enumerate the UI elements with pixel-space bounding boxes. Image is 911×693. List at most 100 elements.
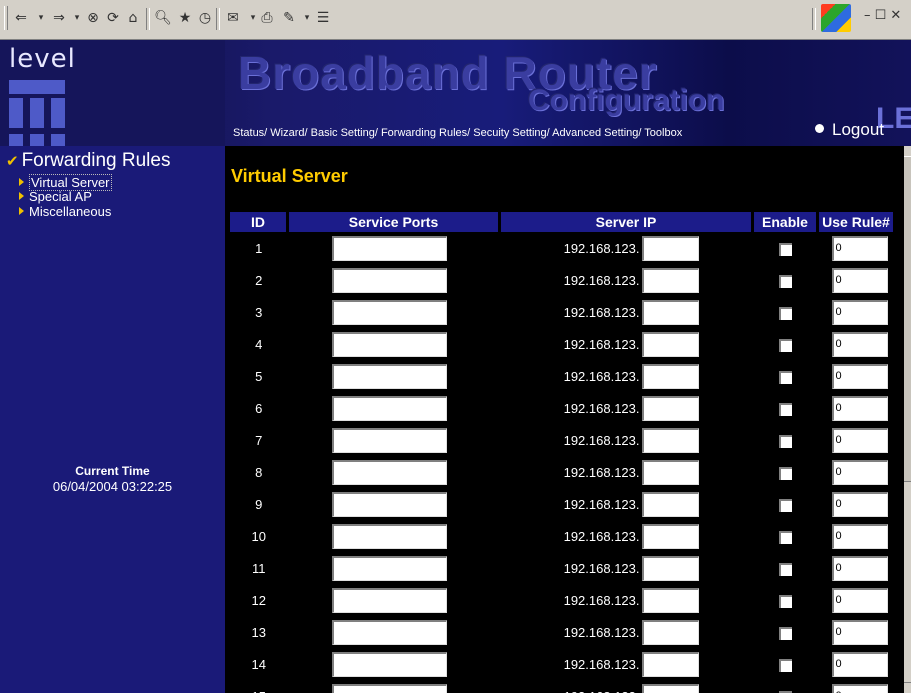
- service-ports-input[interactable]: [331, 427, 447, 453]
- table-row: 6 192.168.123. 0: [230, 392, 895, 424]
- service-ports-input[interactable]: [331, 523, 447, 549]
- top-nav-links[interactable]: Status/ Wizard/ Basic Setting/ Forwardin…: [233, 127, 682, 139]
- vertical-scrollbar[interactable]: [904, 146, 911, 693]
- service-ports-input[interactable]: [331, 683, 447, 693]
- use-rule-input[interactable]: 0: [831, 363, 888, 389]
- server-ip-input[interactable]: [641, 267, 699, 293]
- window-caption-buttons[interactable]: – ☐ ✕: [864, 8, 901, 23]
- server-ip-input[interactable]: [641, 331, 699, 357]
- service-ports-input[interactable]: [331, 491, 447, 517]
- server-ip-input[interactable]: [641, 683, 699, 693]
- server-ip-input[interactable]: [641, 235, 699, 261]
- enable-checkbox[interactable]: [778, 402, 792, 416]
- sidebar-item-miscellaneous[interactable]: Miscellaneous: [19, 204, 111, 219]
- use-rule-input[interactable]: 0: [831, 587, 888, 613]
- radio-dot-icon: [815, 124, 824, 133]
- enable-checkbox[interactable]: [778, 338, 792, 352]
- service-ports-input[interactable]: [331, 395, 447, 421]
- enable-checkbox[interactable]: [778, 658, 792, 672]
- sidebar-item-special-ap[interactable]: Special AP: [19, 189, 92, 204]
- table-row: 15 192.168.123. 0: [230, 680, 895, 693]
- use-rule-input[interactable]: 0: [831, 299, 888, 325]
- table-row: 11 192.168.123. 0: [230, 552, 895, 584]
- enable-checkbox[interactable]: [778, 370, 792, 384]
- use-rule-input[interactable]: 0: [831, 491, 888, 517]
- server-ip-input[interactable]: [641, 651, 699, 677]
- home-icon[interactable]: ⌂: [124, 8, 142, 28]
- server-ip-input[interactable]: [641, 587, 699, 613]
- enable-checkbox[interactable]: [778, 626, 792, 640]
- scroll-down-button[interactable]: [904, 682, 911, 693]
- server-ip-input[interactable]: [641, 395, 699, 421]
- back-icon[interactable]: ⇐: [12, 8, 30, 28]
- use-rule-input[interactable]: 0: [831, 523, 888, 549]
- use-rule-input[interactable]: 0: [831, 651, 888, 677]
- toolbar-grip[interactable]: [4, 6, 8, 30]
- use-rule-input[interactable]: 0: [831, 331, 888, 357]
- search-icon[interactable]: 🔍︎: [154, 8, 172, 28]
- checkmark-icon: ✔: [6, 153, 19, 170]
- row-id: 10: [251, 528, 266, 544]
- print-icon[interactable]: ⎙: [258, 8, 276, 28]
- use-rule-input[interactable]: 0: [831, 267, 888, 293]
- server-ip-input[interactable]: [641, 459, 699, 485]
- service-ports-input[interactable]: [331, 587, 447, 613]
- service-ports-input[interactable]: [331, 651, 447, 677]
- main-content: Virtual Server ID Service Ports Server I…: [225, 146, 904, 693]
- service-ports-input[interactable]: [331, 459, 447, 485]
- table-row: 10 192.168.123. 0: [230, 520, 895, 552]
- server-ip-input[interactable]: [641, 555, 699, 581]
- enable-checkbox[interactable]: [778, 274, 792, 288]
- service-ports-input[interactable]: [331, 299, 447, 325]
- row-id: 2: [255, 272, 263, 288]
- use-rule-input[interactable]: 0: [831, 395, 888, 421]
- scroll-thumb[interactable]: [904, 156, 911, 482]
- use-rule-input[interactable]: 0: [831, 459, 888, 485]
- service-ports-input[interactable]: [331, 555, 447, 581]
- server-ip-input[interactable]: [641, 523, 699, 549]
- server-ip-input[interactable]: [641, 491, 699, 517]
- service-ports-input[interactable]: [331, 235, 447, 261]
- enable-checkbox[interactable]: [778, 562, 792, 576]
- row-id: 1: [255, 240, 263, 256]
- favorites-icon[interactable]: ★: [176, 8, 194, 28]
- use-rule-input[interactable]: 0: [831, 619, 888, 645]
- service-ports-input[interactable]: [331, 619, 447, 645]
- enable-checkbox[interactable]: [778, 498, 792, 512]
- service-ports-input[interactable]: [331, 267, 447, 293]
- server-ip-input[interactable]: [641, 363, 699, 389]
- stop-icon[interactable]: ⊗: [84, 8, 102, 28]
- use-rule-input[interactable]: 0: [831, 683, 888, 693]
- enable-checkbox[interactable]: [778, 466, 792, 480]
- enable-checkbox[interactable]: [778, 306, 792, 320]
- logo-word: level: [9, 44, 76, 74]
- server-ip-input[interactable]: [641, 619, 699, 645]
- table-row: 13 192.168.123. 0: [230, 616, 895, 648]
- discuss-icon[interactable]: ☰: [314, 8, 332, 28]
- server-ip-input[interactable]: [641, 427, 699, 453]
- sidebar-item-virtual-server[interactable]: Virtual Server: [19, 174, 112, 191]
- refresh-icon[interactable]: ⟳: [104, 8, 122, 28]
- use-rule-input[interactable]: 0: [831, 555, 888, 581]
- service-ports-input[interactable]: [331, 363, 447, 389]
- enable-checkbox[interactable]: [778, 530, 792, 544]
- service-ports-input[interactable]: [331, 331, 447, 357]
- enable-checkbox[interactable]: [778, 242, 792, 256]
- forward-icon[interactable]: ⇒: [50, 8, 68, 28]
- mail-icon[interactable]: ✉: [224, 8, 242, 28]
- server-ip-input[interactable]: [641, 299, 699, 325]
- level-one-logo: level: [0, 40, 225, 146]
- use-rule-input[interactable]: 0: [831, 235, 888, 261]
- enable-checkbox[interactable]: [778, 594, 792, 608]
- table-row: 7 192.168.123. 0: [230, 424, 895, 456]
- enable-checkbox[interactable]: [778, 434, 792, 448]
- ip-prefix: 192.168.123.: [563, 272, 640, 288]
- logout-button[interactable]: Logout: [815, 120, 884, 140]
- edit-icon[interactable]: ✎: [280, 8, 298, 28]
- row-id: 12: [251, 592, 266, 608]
- use-rule-input[interactable]: 0: [831, 427, 888, 453]
- back-dropdown-icon[interactable]: ▾: [32, 8, 50, 28]
- row-id: 14: [251, 656, 266, 672]
- ip-prefix: 192.168.123.: [563, 432, 640, 448]
- history-icon[interactable]: ◷: [196, 8, 214, 28]
